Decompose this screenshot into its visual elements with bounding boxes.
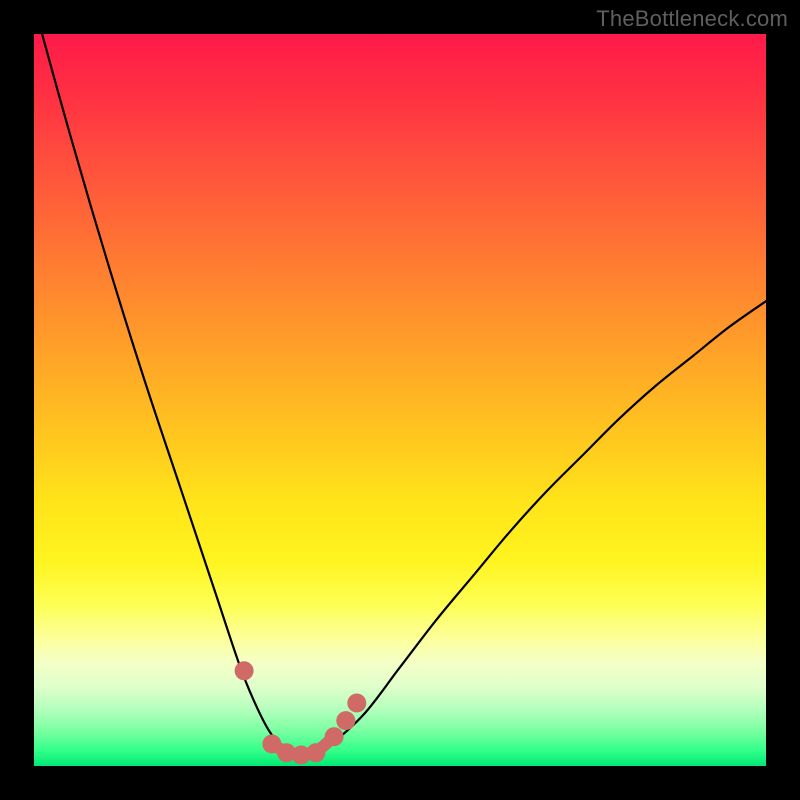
highlight-point <box>235 661 254 680</box>
highlight-point <box>347 694 366 713</box>
highlight-point <box>306 743 325 762</box>
highlight-point <box>336 711 355 730</box>
plot-area <box>34 34 766 766</box>
watermark-text: TheBottleneck.com <box>596 6 788 32</box>
highlight-point <box>325 727 344 746</box>
plot-svg <box>34 34 766 766</box>
marker-group <box>235 661 367 764</box>
chart-frame: TheBottleneck.com <box>0 0 800 800</box>
bottleneck-curve <box>34 5 766 756</box>
